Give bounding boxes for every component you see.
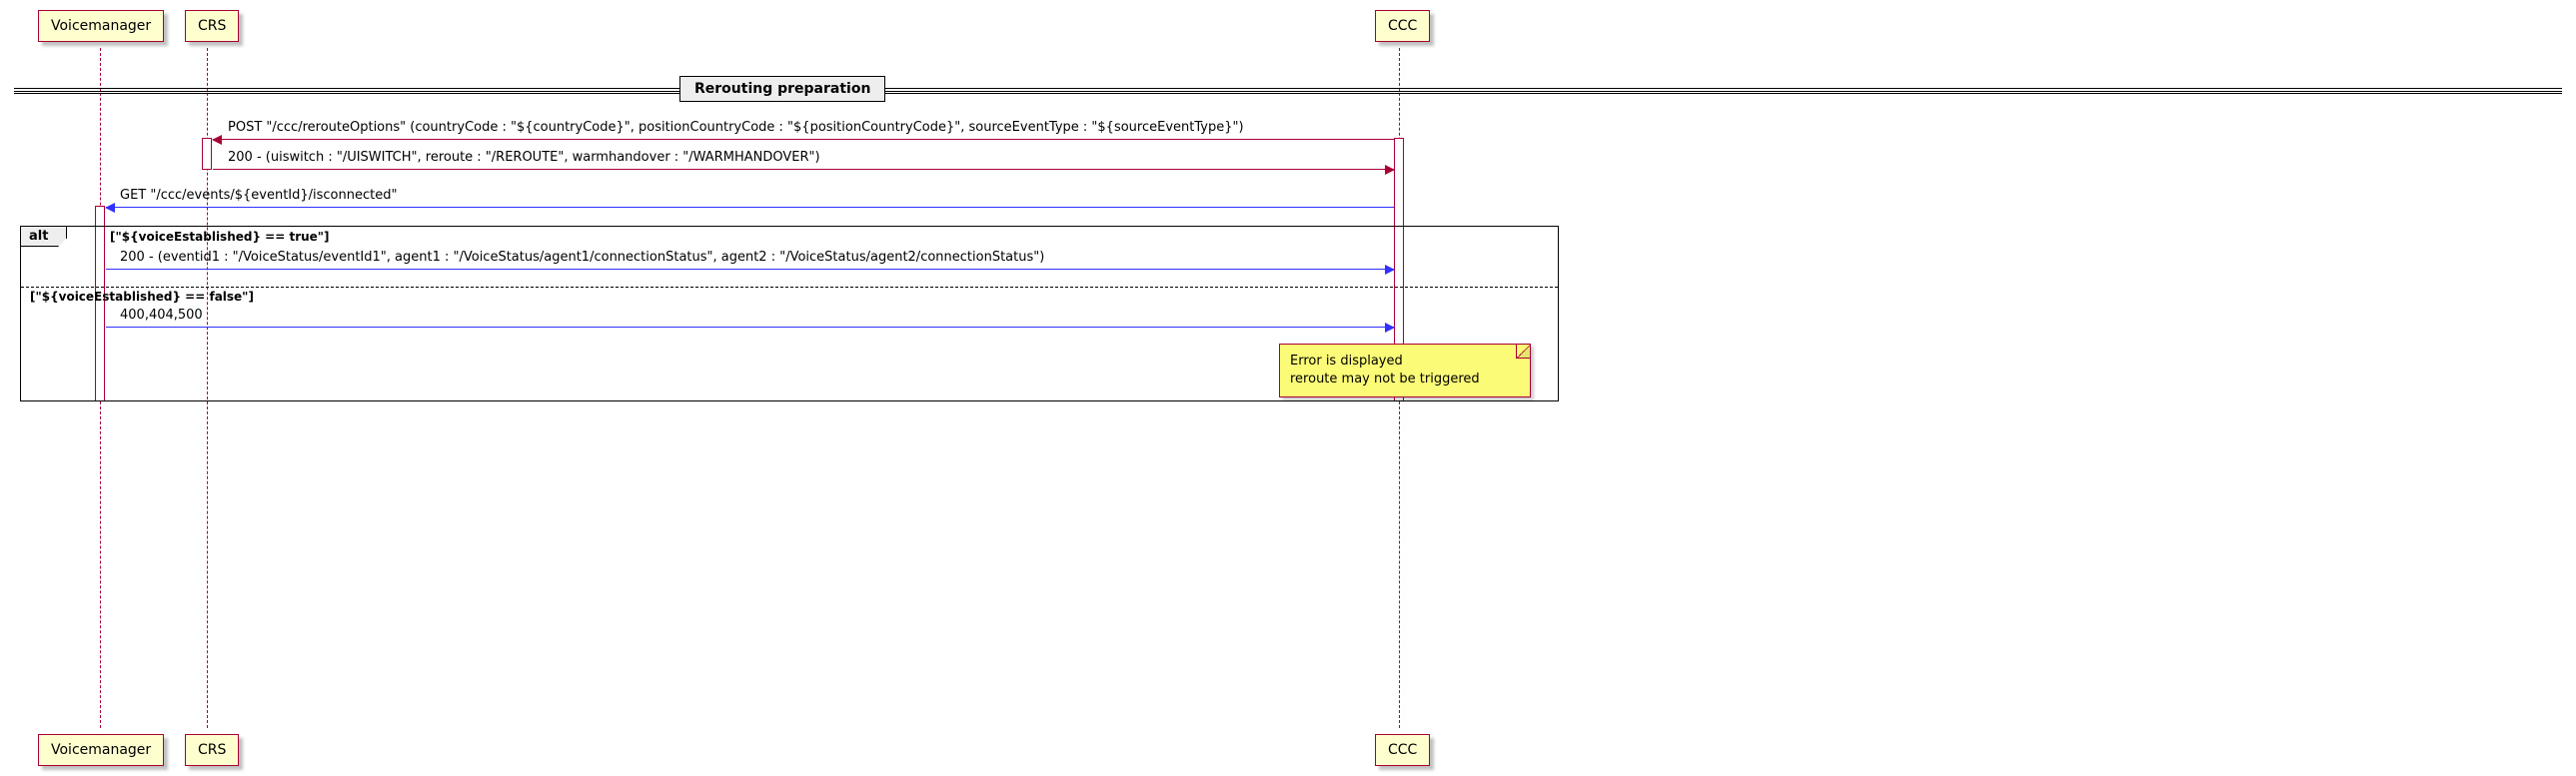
note-fold-icon (1516, 345, 1530, 359)
note-error: Error is displayed reroute may not be tr… (1279, 344, 1531, 397)
message-200-voicestatus: 200 - (eventid1 : "/VoiceStatus/eventId1… (120, 250, 1044, 265)
activation-crs (202, 138, 212, 170)
participant-label: CCC (1388, 742, 1417, 758)
participant-voicemanager-bottom: Voicemanager (38, 734, 164, 766)
divider-bar (14, 88, 2562, 94)
divider-label: Rerouting preparation (679, 76, 885, 102)
message-get-isconnected: GET "/ccc/events/${eventId}/isconnected" (120, 188, 397, 203)
guard-voice-true: ["${voiceEstablished} == true"] (110, 230, 330, 244)
message-error-codes: 400,404,500 (120, 308, 203, 323)
arrow-200-voicestatus (106, 269, 1394, 270)
note-line2: reroute may not be triggered (1290, 371, 1512, 388)
arrow-get-isconnected (106, 207, 1394, 208)
alt-frame-separator (21, 287, 1558, 288)
participant-label: CRS (198, 742, 226, 758)
message-200-uiswitch: 200 - (uiswitch : "/UISWITCH", reroute :… (228, 150, 820, 165)
participant-label: Voicemanager (51, 742, 151, 758)
participant-ccc-top: CCC (1375, 10, 1430, 42)
participant-crs-top: CRS (185, 10, 239, 42)
participant-label: CRS (198, 18, 226, 34)
guard-voice-false: ["${voiceEstablished} == false"] (30, 290, 254, 304)
message-post-rerouteoptions: POST "/ccc/rerouteOptions" (countryCode … (228, 120, 1244, 135)
arrow-200-uiswitch (213, 169, 1394, 170)
arrow-post-rerouteoptions (213, 139, 1394, 140)
participant-voicemanager-top: Voicemanager (38, 10, 164, 42)
participant-label: CCC (1388, 18, 1417, 34)
participant-ccc-bottom: CCC (1375, 734, 1430, 766)
arrow-error-codes (106, 327, 1394, 328)
note-line1: Error is displayed (1290, 353, 1512, 371)
participant-crs-bottom: CRS (185, 734, 239, 766)
alt-frame-tag: alt (21, 227, 67, 247)
participant-label: Voicemanager (51, 18, 151, 34)
